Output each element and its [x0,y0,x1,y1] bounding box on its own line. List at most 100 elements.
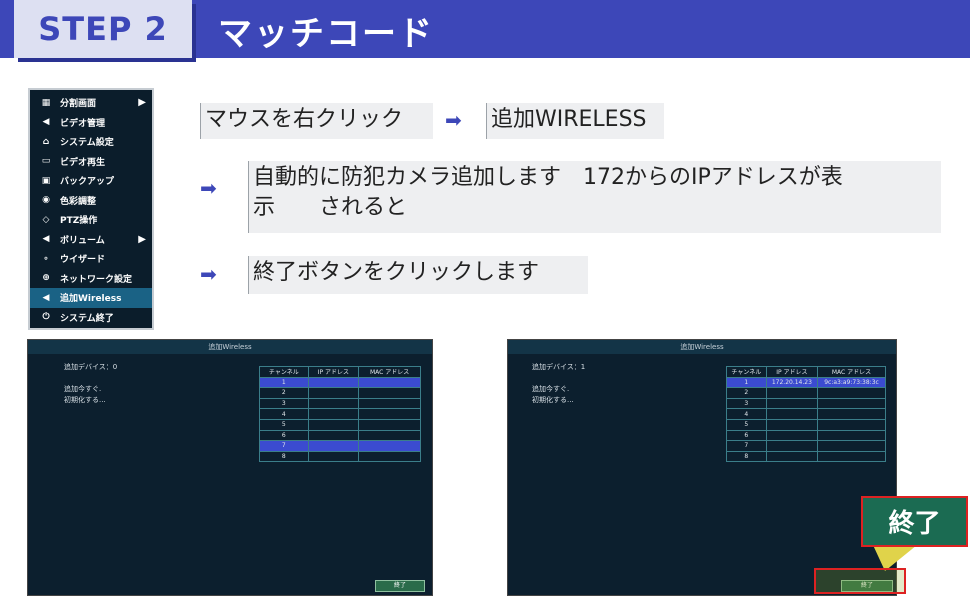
submenu-arrow-icon: ▶ [138,233,146,245]
table-row[interactable]: 3 [259,397,421,410]
table-row[interactable]: 2 [259,387,421,399]
table-cell [358,397,421,410]
menu-item[interactable]: ⊕ ネットワーク設定 [30,269,152,289]
arrow-right-icon: ➡ [200,262,217,286]
menu-item-icon: ◀ [42,234,50,245]
table-cell [307,429,360,442]
menu-item[interactable]: ◉ 色彩調整 [30,191,152,211]
table-row[interactable]: 6 [259,429,421,442]
finish-button-highlight [814,568,906,594]
device-count-label: 追加デバイス：1 [532,362,585,373]
device-count-label: 追加デバイス：0 [64,362,117,373]
table-cell [358,440,421,452]
table-row[interactable]: 8 [726,450,886,463]
table-cell [817,397,886,410]
instruction-text: 自動的に防犯カメラ追加します 172からのIPアドレスが表 [253,165,843,190]
table-cell [817,408,886,420]
table-cell [358,450,421,463]
menu-item[interactable]: ⌂ システム設定 [30,132,152,152]
table-cell [765,408,819,420]
table-cell [307,450,360,463]
table-cell [358,408,421,420]
table-row[interactable]: 7 [259,440,421,452]
add-wireless-dialog-after: 追加Wireless 追加デバイス：1 追加今すぐ. 初期化する... チャンネ… [507,339,897,596]
table-row[interactable]: 3 [726,397,886,410]
table-cell: 1 [726,376,767,389]
table-cell: 3 [259,397,309,410]
menu-item-icon: ⊕ [42,273,50,284]
table-row[interactable]: 2 [726,387,886,399]
menu-item-icon: ▦ [41,97,51,108]
table-cell [307,376,360,389]
page-title: マッチコード [218,14,434,54]
table-row[interactable]: 5 [259,418,421,431]
table-cell: 2 [726,387,767,399]
menu-item-label: PTZ操作 [60,216,98,227]
device-count: 1 [580,363,586,371]
table-cell [358,429,421,442]
table-cell [765,397,819,410]
menu-item[interactable]: ◀ 追加Wireless [30,288,152,308]
column-header: チャンネル [259,366,309,378]
callout-label: 終了 [888,509,941,539]
instruction-text: 示 されると [253,195,408,220]
menu-item-label: システム終了 [60,313,114,324]
table-cell [358,376,421,389]
table-row[interactable]: 8 [259,450,421,463]
menu-item-icon: ⌂ [42,136,50,147]
table-cell: 9c:a3:a9:73:38:3c [817,376,886,389]
table-cell [817,440,886,452]
table-cell: 6 [259,429,309,442]
table-cell: 7 [726,440,767,452]
finish-button[interactable]: 終了 [375,580,425,592]
table-row[interactable]: 6 [726,429,886,442]
menu-item-icon: ⏻ [42,312,50,323]
table-cell [307,408,360,420]
dialog-title: 追加Wireless [508,340,896,354]
table-cell [817,429,886,442]
menu-item[interactable]: ∘ ウイザード [30,249,152,269]
submenu-arrow-icon: ▶ [138,97,146,109]
status-text: 追加今すぐ. 初期化する... [532,384,574,406]
menu-item-icon: ∘ [43,253,49,264]
menu-item[interactable]: ◀ ビデオ管理 [30,113,152,133]
table-cell: 1 [259,376,309,389]
device-label: 追加デバイス： [64,363,113,371]
menu-item[interactable]: ◀ ボリューム ▶ [30,230,152,250]
menu-item-label: ビデオ管理 [60,118,106,129]
context-menu: ▦ 分割画面 ▶ ◀ ビデオ管理 ⌂ システム設定 ▭ ビデオ再生 ▣ バックアップ ◉ 色彩調整 ◇ PT… [28,88,154,330]
table-cell [817,387,886,399]
table-cell: 4 [259,408,309,420]
menu-item-icon: ◇ [42,214,50,225]
menu-item-label: 追加Wireless [60,294,122,305]
menu-item-label: バックアップ [60,177,115,188]
column-header: MAC アドレス [358,366,421,378]
table-row[interactable]: 1 172.20.14.23 9c:a3:a9:73:38:3c [726,376,886,389]
dialog-title: 追加Wireless [28,340,432,354]
menu-item[interactable]: ▣ バックアップ [30,171,152,191]
step-badge: STEP 2 [14,0,192,58]
table-row[interactable]: 5 [726,418,886,431]
menu-item[interactable]: ⏻ システム終了 [30,308,152,328]
table-cell [765,440,819,452]
status-text: 追加今すぐ. 初期化する... [64,384,106,406]
device-label: 追加デバイス： [532,363,581,371]
table-cell: 2 [259,387,309,399]
menu-item-label: ビデオ再生 [60,157,106,168]
menu-item[interactable]: ▭ ビデオ再生 [30,152,152,172]
menu-item-label: 色彩調整 [60,196,97,207]
menu-item-icon: ◀ [42,292,50,303]
table-cell: 5 [259,418,309,431]
menu-item[interactable]: ▦ 分割画面 ▶ [30,93,152,113]
table-cell: 172.20.14.23 [765,376,819,389]
table-cell [358,387,421,399]
instruction-add-wireless: 追加WIRELESS [486,103,664,139]
device-count: 0 [112,363,118,371]
column-header: IP アドレス [307,366,360,378]
menu-item-label: ネットワーク設定 [60,274,133,285]
table-row[interactable]: 7 [726,440,886,452]
table-row[interactable]: 1 [259,376,421,389]
menu-item[interactable]: ◇ PTZ操作 [30,210,152,230]
table-row[interactable]: 4 [259,408,421,420]
table-row[interactable]: 4 [726,408,886,420]
